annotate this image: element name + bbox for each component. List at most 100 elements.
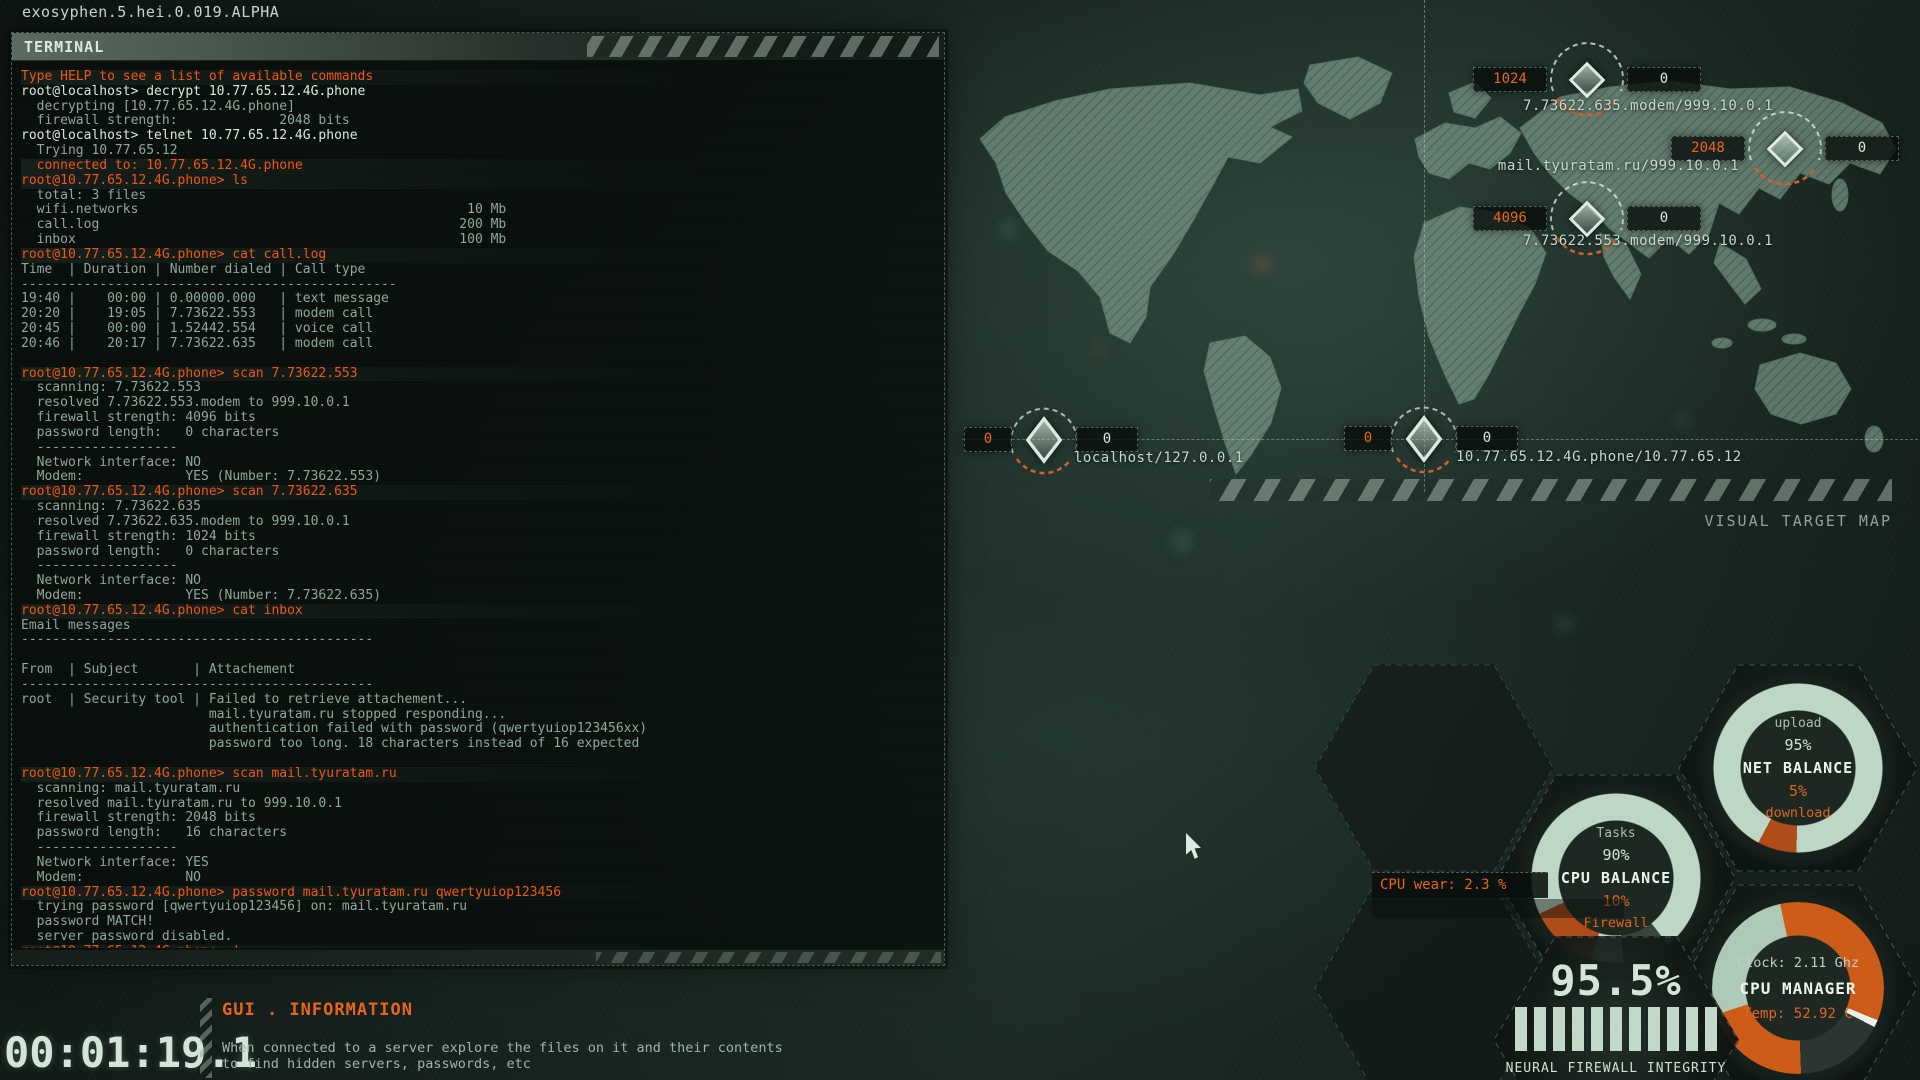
terminal-line: Type HELP to see a list of available com… [21, 70, 944, 85]
integrity-bar-icon [1572, 1007, 1584, 1051]
terminal-line [21, 752, 944, 767]
integrity-bar-icon [1591, 1007, 1603, 1051]
integrity-bar-icon [1705, 1007, 1717, 1051]
terminal-line: root@10.77.65.12.4G.phone> password mail… [21, 886, 944, 901]
info-hazard-divider-icon [200, 998, 212, 1078]
firewall-badge: 0 [964, 427, 1012, 452]
terminal-line: 19:40 | 00:00 | 0.00000.000 | text messa… [21, 292, 944, 307]
terminal-line: Email messages [21, 619, 944, 634]
upload-value: 95% [1784, 736, 1811, 754]
terminal-line: ------------------ [21, 559, 944, 574]
terminal-line: firewall strength: 2048 bits [21, 811, 944, 826]
terminal-title: TERMINAL [24, 38, 104, 56]
terminal-footer [12, 949, 944, 965]
clock-label: Clock: 2.11 Ghz [1737, 955, 1859, 971]
node-label: 10.77.65.12.4G.phone/10.77.65.12 [1456, 449, 1742, 465]
header-hazard-stripes-icon [587, 36, 939, 57]
cpu-wear-shadow-panel [1372, 899, 1624, 918]
terminal-line: root@localhost> telnet 10.77.65.12.4G.ph… [21, 129, 944, 144]
terminal-line: resolved mail.tyuratam.ru to 999.10.0.1 [21, 797, 944, 812]
node-label: 7.73622.553.modem/999.10.0.1 [1523, 233, 1773, 249]
firewall-badge: 1024 [1473, 67, 1547, 92]
terminal-line [21, 648, 944, 663]
terminal-line [21, 352, 944, 367]
temp-label: Temp: 52.92 C [1743, 1006, 1853, 1022]
net-balance-title: NET BALANCE [1743, 759, 1853, 777]
terminal-line: 20:45 | 00:00 | 1.52442.554 | voice call [21, 322, 944, 337]
download-value: 5% [1789, 782, 1807, 800]
terminal-window: TERMINAL Type HELP to see a list of avai… [11, 32, 945, 966]
terminal-line: connected to: 10.77.65.12.4G.phone [21, 159, 944, 174]
neural-firewall-value: 95.5% [1493, 956, 1739, 1005]
terminal-line: ----------------------------------------… [21, 278, 944, 293]
firewall-badge: 4096 [1473, 206, 1547, 231]
terminal-line: Network interface: NO [21, 456, 944, 471]
terminal-line: resolved 7.73622.553.modem to 999.10.0.1 [21, 396, 944, 411]
terminal-line: Time | Duration | Number dialed | Call t… [21, 263, 944, 278]
terminal-body[interactable]: Type HELP to see a list of available com… [12, 62, 944, 948]
gui-information-line: to find hidden servers, passwords, etc [222, 1056, 531, 1072]
terminal-line: root@10.77.65.12.4G.phone> cat call.log [21, 248, 944, 263]
integrity-bar-icon [1553, 1007, 1565, 1051]
app-version-title: exosyphen.5.hei.0.019.ALPHA [22, 3, 279, 21]
terminal-line: 20:20 | 19:05 | 7.73622.553 | modem call [21, 307, 944, 322]
terminal-line: trying password [qwertyuiop123456] on: m… [21, 900, 944, 915]
terminal-line: firewall strength: 1024 bits [21, 530, 944, 545]
cpu-wear-label: CPU wear: 2.3 % [1372, 872, 1548, 898]
terminal-line: ------------------ [21, 441, 944, 456]
counter-badge: 0 [1627, 206, 1701, 231]
neural-firewall-panel: 95.5% NEURAL FIREWALL INTEGRITY [1493, 956, 1739, 1076]
bokeh-dot [1556, 616, 1572, 632]
visual-target-map-label: VISUAL TARGET MAP [1600, 512, 1892, 530]
terminal-line: mail.tyuratam.ru stopped responding... [21, 708, 944, 723]
cpu-balance-title: CPU BALANCE [1561, 869, 1671, 887]
terminal-line: root@10.77.65.12.4G.phone> | [21, 945, 944, 948]
terminal-line: password length: 0 characters [21, 426, 944, 441]
terminal-line: firewall strength: 2048 bits [21, 114, 944, 129]
neural-bars [1493, 1007, 1739, 1051]
firewall-badge: 0 [1344, 426, 1392, 451]
bokeh-dot [1172, 532, 1192, 552]
terminal-line: total: 3 files [21, 189, 944, 204]
cpu-manager-title: CPU MANAGER [1740, 979, 1857, 998]
terminal-line: authentication failed with password (qwe… [21, 722, 944, 737]
terminal-line: firewall strength: 4096 bits [21, 411, 944, 426]
integrity-bar-icon [1648, 1007, 1660, 1051]
terminal-line: Modem: NO [21, 871, 944, 886]
terminal-line: Network interface: YES [21, 856, 944, 871]
terminal-line: Network interface: NO [21, 574, 944, 589]
integrity-bar-icon [1667, 1007, 1679, 1051]
download-label: download [1765, 805, 1830, 821]
gui-information-title: GUI . INFORMATION [222, 1000, 413, 1020]
counter-badge: 0 [1456, 426, 1518, 451]
terminal-line: root | Security tool | Failed to retriev… [21, 693, 944, 708]
terminal-line: root@10.77.65.12.4G.phone> scan mail.tyu… [21, 767, 944, 782]
node-label: 7.73622.635.modem/999.10.0.1 [1523, 98, 1773, 114]
integrity-bar-icon [1686, 1007, 1698, 1051]
integrity-bar-icon [1515, 1007, 1527, 1051]
tasks-label: Tasks [1596, 826, 1635, 841]
terminal-line: scanning: mail.tyuratam.ru [21, 782, 944, 797]
terminal-line: password length: 16 characters [21, 826, 944, 841]
node-label: mail.tyuratam.ru/999.10.0.1 [1498, 158, 1739, 174]
integrity-bar-icon [1610, 1007, 1622, 1051]
terminal-line: root@localhost> decrypt 10.77.65.12.4G.p… [21, 85, 944, 100]
gui-information-line: When connected to a server explore the f… [222, 1040, 783, 1056]
terminal-line: root@10.77.65.12.4G.phone> scan 7.73622.… [21, 485, 944, 500]
terminal-line: password length: 0 characters [21, 545, 944, 560]
terminal-line: Modem: YES (Number: 7.73622.553) [21, 470, 944, 485]
terminal-line: root@10.77.65.12.4G.phone> ls [21, 174, 944, 189]
terminal-header[interactable]: TERMINAL [12, 33, 944, 61]
terminal-line: password too long. 18 characters instead… [21, 737, 944, 752]
counter-badge: 0 [1627, 67, 1701, 92]
terminal-line: resolved 7.73622.635.modem to 999.10.0.1 [21, 515, 944, 530]
upload-label: upload [1775, 716, 1822, 731]
neural-firewall-label: NEURAL FIREWALL INTEGRITY [1493, 1061, 1739, 1076]
mouse-cursor-icon [1186, 833, 1210, 860]
terminal-line: ------------------ [21, 841, 944, 856]
terminal-line: Trying 10.77.65.12 [21, 144, 944, 159]
terminal-line: decrypting [10.77.65.12.4G.phone] [21, 100, 944, 115]
terminal-line: ----------------------------------------… [21, 633, 944, 648]
terminal-line: server password disabled. [21, 930, 944, 945]
terminal-line: root@10.77.65.12.4G.phone> scan 7.73622.… [21, 367, 944, 382]
